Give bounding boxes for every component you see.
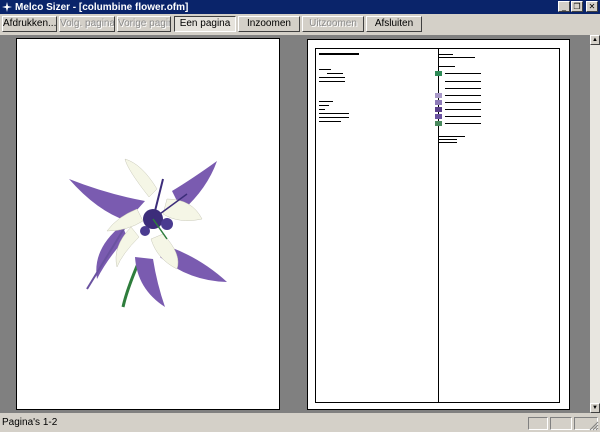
close-icon[interactable]: ✕ <box>586 1 598 12</box>
status-text: Pagina's 1-2 <box>2 417 58 428</box>
scroll-up-icon[interactable]: ▲ <box>590 35 600 45</box>
resize-grip-icon[interactable] <box>589 421 599 431</box>
zoom-out-button[interactable]: Uitzoomen <box>302 16 364 32</box>
report-size-info <box>319 98 349 128</box>
report-design-info <box>319 66 345 96</box>
window-controls: _ ❐ ✕ <box>558 1 598 12</box>
report-palette-label <box>439 65 455 68</box>
previous-page-button[interactable]: Vorige pagina <box>117 16 171 32</box>
one-page-button[interactable]: Een pagina <box>174 16 236 32</box>
status-panel-1 <box>528 417 548 430</box>
minimize-icon[interactable]: _ <box>558 1 570 12</box>
print-preview-toolbar: Afdrukken... Volg. pagina Vorige pagina … <box>0 14 600 34</box>
restore-icon[interactable]: ❐ <box>571 1 583 12</box>
close-preview-button[interactable]: Afsluiten <box>366 16 422 32</box>
window-title: Melco Sizer - [columbine flower.ofm] <box>15 1 189 13</box>
status-panel-2 <box>550 417 572 430</box>
zoom-in-button[interactable]: Inzoomen <box>238 16 300 32</box>
preview-page-2 <box>307 39 570 410</box>
vertical-scrollbar[interactable]: ▲ ▼ <box>590 35 600 413</box>
app-icon[interactable] <box>2 2 12 12</box>
title-bar: Melco Sizer - [columbine flower.ofm] _ ❐… <box>0 0 600 14</box>
print-button[interactable]: Afdrukken... <box>2 16 57 32</box>
report-stitch-info <box>439 134 469 152</box>
report-heading-right <box>439 52 479 62</box>
scroll-down-icon[interactable]: ▼ <box>590 403 600 413</box>
next-page-button[interactable]: Volg. pagina <box>59 16 115 32</box>
columbine-flower-design <box>69 158 227 308</box>
preview-area <box>0 35 590 413</box>
report-heading-left <box>319 52 359 56</box>
preview-page-1 <box>16 38 280 410</box>
status-bar: Pagina's 1-2 <box>0 415 600 432</box>
